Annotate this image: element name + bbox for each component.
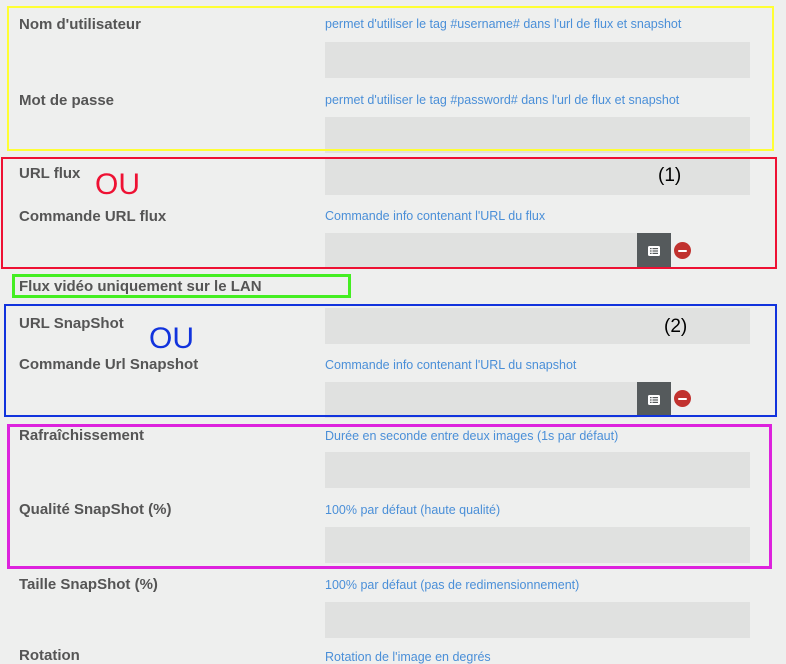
annotation-ou-1: OU [95,168,140,201]
refresh-label: Rafraîchissement [19,427,145,444]
cmd-url-flux-help: Commande info contenant l'URL du flux [325,209,546,223]
refresh-help: Durée en seconde entre deux images (1s p… [325,429,619,443]
quality-help: 100% par défaut (haute qualité) [325,503,501,517]
cmd-url-flux-input[interactable] [325,233,637,269]
next-label: Rotation [19,647,80,664]
password-label: Mot de passe [19,92,115,109]
annotation-ou-2: OU [149,322,194,355]
username-help: permet d'utiliser le tag #username# dans… [325,17,682,31]
url-flux-label: URL flux [19,165,81,182]
size-help: 100% par défaut (pas de redimensionnemen… [325,578,580,592]
password-help: permet d'utiliser le tag #password# dans… [325,93,680,107]
list-icon [648,394,660,405]
next-help: Rotation de l'image en degrés [325,650,491,664]
password-input[interactable] [325,117,750,153]
size-input[interactable] [325,602,750,638]
quality-label: Qualité SnapShot (%) [19,501,172,518]
cmd-url-snapshot-label: Commande Url Snapshot [19,356,199,373]
cmd-url-snapshot-input[interactable] [325,382,637,418]
cmd-url-flux-label: Commande URL flux [19,208,167,225]
url-snapshot-label: URL SnapShot [19,315,124,332]
username-input[interactable] [325,42,750,78]
cmd-url-snapshot-help: Commande info contenant l'URL du snapsho… [325,358,577,372]
list-icon [648,245,660,256]
remove-button[interactable] [674,390,691,407]
url-flux-input[interactable] [325,159,750,195]
list-button[interactable] [637,233,671,268]
quality-input[interactable] [325,527,750,563]
lan-only-label: Flux vidéo uniquement sur le LAN [19,278,262,295]
remove-button[interactable] [674,242,691,259]
annotation-note-1: (1) [658,165,682,186]
annotation-note-2: (2) [664,316,688,337]
size-label: Taille SnapShot (%) [19,576,158,593]
username-label: Nom d'utilisateur [19,16,141,33]
refresh-input[interactable] [325,452,750,488]
list-button[interactable] [637,382,671,417]
